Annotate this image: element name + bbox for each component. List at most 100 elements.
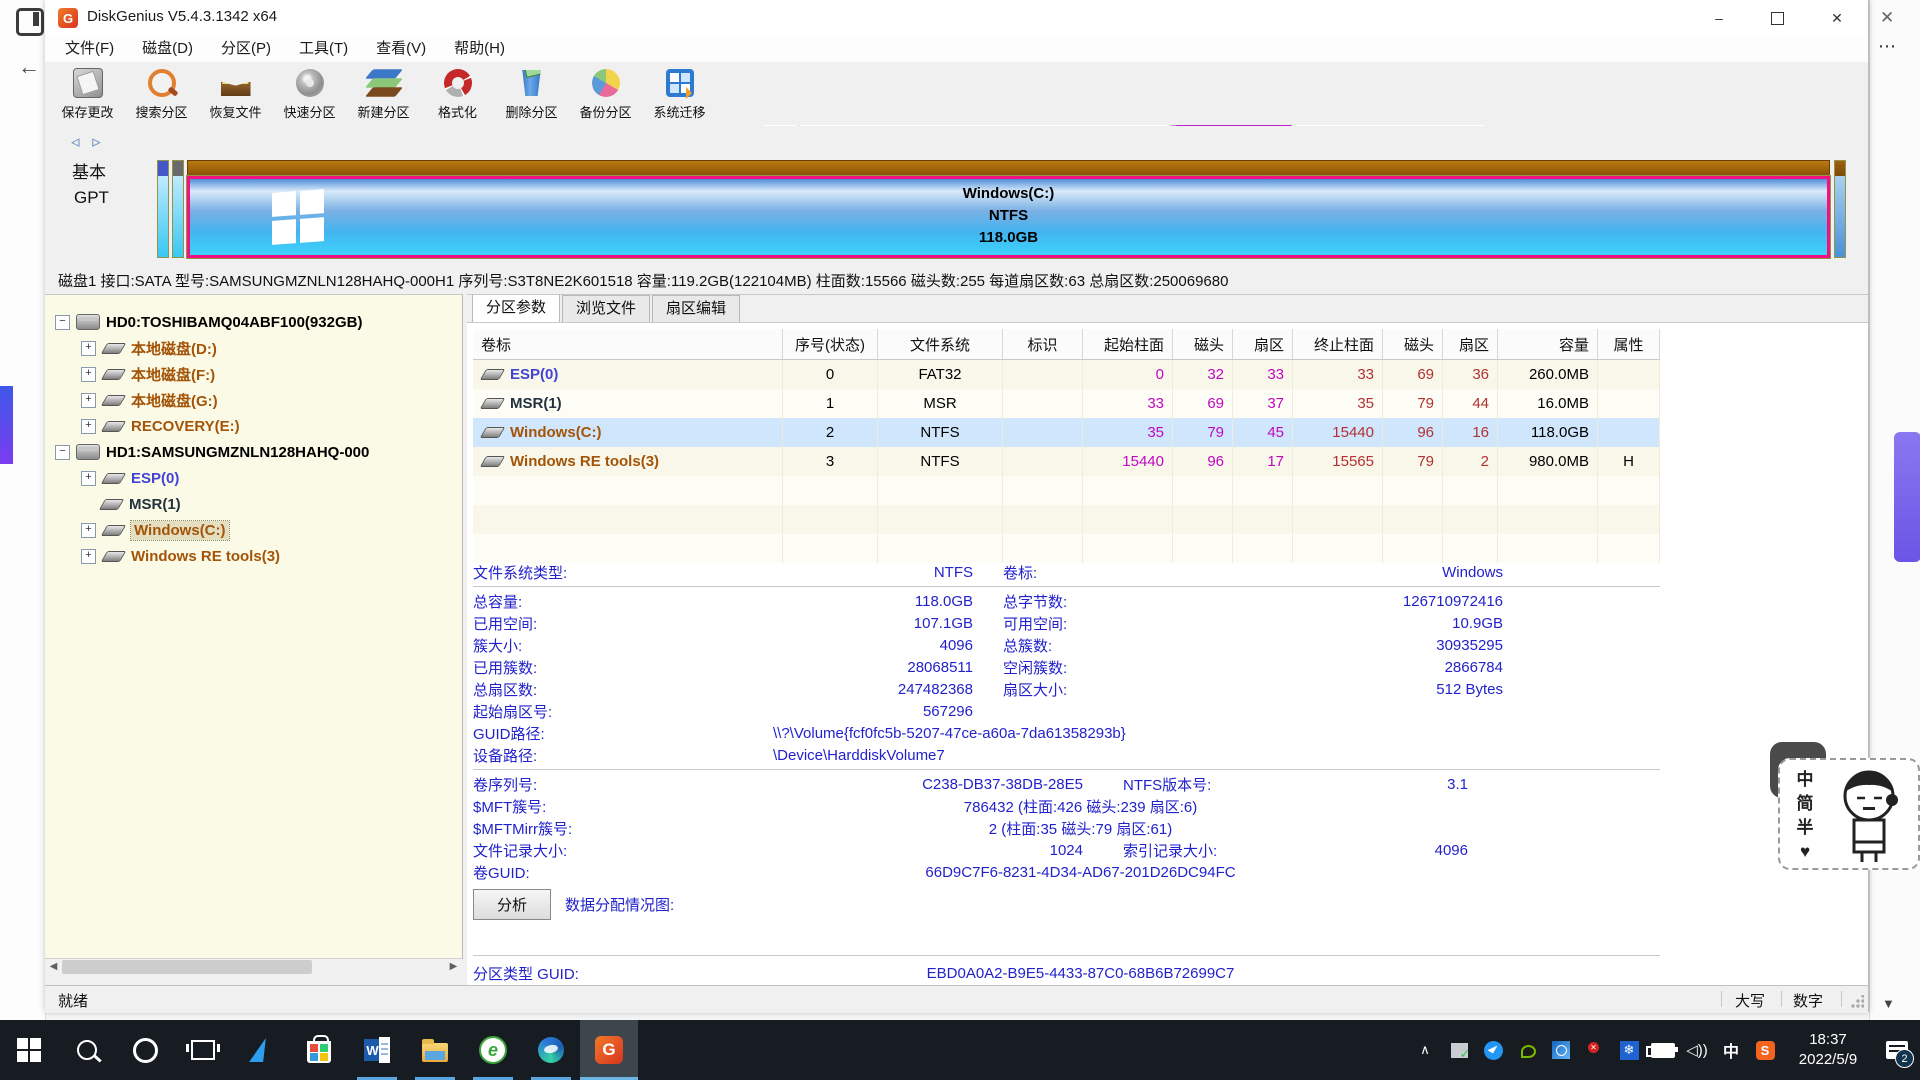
analysis-row: 分析 数据分配情况图: bbox=[473, 889, 674, 920]
resize-grip[interactable] bbox=[1850, 995, 1864, 1009]
minimize-button[interactable]: – bbox=[1690, 0, 1748, 36]
menu-disk[interactable]: 磁盘(D) bbox=[128, 36, 207, 62]
quick-partition-button[interactable]: 快速分区 bbox=[273, 63, 346, 125]
partition-icon bbox=[101, 421, 126, 432]
tree-item-recovery-e[interactable]: + RECOVERY(E:) bbox=[81, 413, 240, 439]
background-down-arrow-icon: ▼ bbox=[1882, 996, 1895, 1011]
tab-sector-edit[interactable]: 扇区编辑 bbox=[652, 295, 740, 322]
format-button[interactable]: 格式化 bbox=[421, 63, 494, 125]
menu-help[interactable]: 帮助(H) bbox=[440, 36, 519, 62]
taskbar-app-flash[interactable] bbox=[232, 1020, 290, 1080]
partition-block-re-tools[interactable] bbox=[1834, 160, 1846, 258]
close-button[interactable]: ✕ bbox=[1806, 0, 1868, 36]
scrollbar-thumb[interactable] bbox=[62, 960, 312, 974]
table-row-msr[interactable]: MSR(1) 1MSR 3369 37 3579 44 16.0MB bbox=[473, 389, 1660, 418]
tree-item-disk-f[interactable]: + 本地磁盘(F:) bbox=[81, 361, 215, 387]
maximize-button[interactable] bbox=[1748, 0, 1806, 36]
tree-item-windows-c[interactable]: + Windows(C:) bbox=[81, 517, 229, 543]
expander-icon[interactable]: + bbox=[81, 393, 96, 408]
analyze-button[interactable]: 分析 bbox=[473, 889, 551, 920]
back-arrow-icon: ← bbox=[18, 54, 40, 80]
expander-icon[interactable]: + bbox=[81, 549, 96, 564]
scroll-left-icon[interactable]: ◀ bbox=[45, 959, 62, 975]
intel-graphics-icon bbox=[1552, 1041, 1570, 1059]
tree-item-disk-g[interactable]: + 本地磁盘(G:) bbox=[81, 387, 218, 413]
taskbar-app-edge[interactable] bbox=[522, 1020, 580, 1080]
partition-block-msr[interactable] bbox=[172, 160, 184, 258]
disk-table-type: 基本 bbox=[72, 158, 106, 183]
tree-item-re-tools[interactable]: + Windows RE tools(3) bbox=[81, 543, 280, 569]
tray-chevron-button[interactable]: ∧ bbox=[1408, 1020, 1442, 1080]
tab-browse-files[interactable]: 浏览文件 bbox=[562, 295, 650, 322]
taskbar-app-diskgenius-active[interactable]: G bbox=[580, 1020, 638, 1080]
ime-floating-panel[interactable]: 中简 半♥ bbox=[1770, 742, 1920, 887]
tab-partition-params[interactable]: 分区参数 bbox=[472, 294, 560, 322]
expander-icon[interactable]: + bbox=[81, 471, 96, 486]
recover-files-icon bbox=[218, 65, 254, 101]
disk-map: ◃ ▹ 基本 GPT Windows(C:) NTFS 118.0GB bbox=[45, 126, 1868, 266]
disk-nav-arrows[interactable]: ◃ ▹ bbox=[71, 132, 105, 152]
taskbar-search-button[interactable] bbox=[58, 1020, 116, 1080]
detail-row: $MFTMirr簇号:2 (柱面:35 磁头:79 扇区:61) bbox=[473, 817, 1660, 839]
ms-store-icon bbox=[307, 1041, 331, 1063]
taskbar-app-explorer[interactable] bbox=[406, 1020, 464, 1080]
partition-block-esp[interactable] bbox=[157, 160, 169, 258]
expander-icon[interactable]: − bbox=[55, 315, 70, 330]
system-migrate-button[interactable]: 系统迁移 bbox=[643, 63, 716, 125]
tree-item-esp[interactable]: + ESP(0) bbox=[81, 465, 179, 491]
disk-icon bbox=[76, 314, 100, 330]
delete-partition-button[interactable]: 删除分区 bbox=[495, 63, 568, 125]
tray-app-bird[interactable] bbox=[1476, 1020, 1510, 1080]
taskbar-app-green-browser[interactable]: e bbox=[464, 1020, 522, 1080]
table-row-re-tools[interactable]: Windows RE tools(3) 3NTFS 1544096 17 155… bbox=[473, 447, 1660, 476]
expander-icon[interactable]: + bbox=[81, 523, 96, 538]
table-row-windows-c-selected[interactable]: Windows(C:) 2NTFS 3579 45 1544096 16 118… bbox=[473, 418, 1660, 447]
menu-view[interactable]: 查看(V) bbox=[362, 36, 440, 62]
expander-icon[interactable]: + bbox=[81, 341, 96, 356]
tree-horizontal-scrollbar[interactable]: ◀ ▶ bbox=[45, 958, 462, 976]
detail-row: 卷序列号:C238-DB37-38DB-28E5 NTFS版本号:3.1 bbox=[473, 773, 1660, 795]
taskbar-app-word[interactable]: W bbox=[348, 1020, 406, 1080]
table-row-esp[interactable]: ESP(0) 0FAT32 032 33 3369 36 260.0MB bbox=[473, 360, 1660, 389]
action-center-button[interactable]: 2 bbox=[1874, 1020, 1920, 1080]
save-changes-button[interactable]: 保存更改 bbox=[51, 63, 124, 125]
tray-volume[interactable]: ◁)) bbox=[1680, 1020, 1714, 1080]
taskbar-app-store[interactable] bbox=[290, 1020, 348, 1080]
tray-app-defender[interactable]: ✕ bbox=[1578, 1020, 1612, 1080]
tray-app-snowflake[interactable]: ❄ bbox=[1612, 1020, 1646, 1080]
ime-card[interactable]: 中简 半♥ bbox=[1778, 758, 1920, 870]
menu-file[interactable]: 文件(F) bbox=[51, 36, 128, 62]
tree-item-msr[interactable]: MSR(1) bbox=[100, 491, 181, 517]
partition-icon bbox=[101, 343, 126, 354]
menu-partition[interactable]: 分区(P) bbox=[207, 36, 285, 62]
recover-files-button[interactable]: 恢复文件 bbox=[199, 63, 272, 125]
menu-tools[interactable]: 工具(T) bbox=[285, 36, 362, 62]
tree-item-hd1[interactable]: − HD1:SAMSUNGMZNLN128HAHQ-000 bbox=[55, 439, 369, 465]
battery-plug-icon bbox=[1651, 1043, 1675, 1058]
cortana-button[interactable] bbox=[116, 1020, 174, 1080]
tree-item-disk-d[interactable]: + 本地磁盘(D:) bbox=[81, 335, 217, 361]
detail-row: $MFT簇号:786432 (柱面:426 磁头:239 扇区:6) bbox=[473, 795, 1660, 817]
background-blue-accent bbox=[0, 386, 13, 464]
tray-power[interactable] bbox=[1646, 1020, 1680, 1080]
start-button[interactable] bbox=[0, 1020, 58, 1080]
tray-app-intel[interactable] bbox=[1544, 1020, 1578, 1080]
new-partition-button[interactable]: 新建分区 bbox=[347, 63, 420, 125]
speaker-icon: ◁)) bbox=[1686, 1041, 1708, 1059]
expander-icon[interactable]: + bbox=[81, 367, 96, 382]
tree-item-hd0[interactable]: − HD0:TOSHIBAMQ04ABF100(932GB) bbox=[55, 309, 362, 335]
task-view-button[interactable] bbox=[174, 1020, 232, 1080]
taskbar-clock[interactable]: 18:37 2022/5/9 bbox=[1782, 1030, 1874, 1070]
expander-icon[interactable]: − bbox=[55, 445, 70, 460]
partition-block-windows-c[interactable]: Windows(C:) NTFS 118.0GB bbox=[187, 160, 1830, 258]
expander-icon[interactable]: + bbox=[81, 419, 96, 434]
search-partition-button[interactable]: 搜索分区 bbox=[125, 63, 198, 125]
tray-app-nvidia[interactable] bbox=[1510, 1020, 1544, 1080]
tray-ime-mode[interactable]: 中 bbox=[1714, 1020, 1748, 1080]
partition-icon bbox=[101, 473, 126, 484]
tray-app-check[interactable] bbox=[1442, 1020, 1476, 1080]
detail-row: 总扇区数:247482368 扇区大小:512 Bytes bbox=[473, 678, 1660, 700]
backup-partition-button[interactable]: 备份分区 bbox=[569, 63, 642, 125]
scroll-right-icon[interactable]: ▶ bbox=[445, 959, 462, 975]
tray-app-sogou[interactable]: S bbox=[1748, 1020, 1782, 1080]
